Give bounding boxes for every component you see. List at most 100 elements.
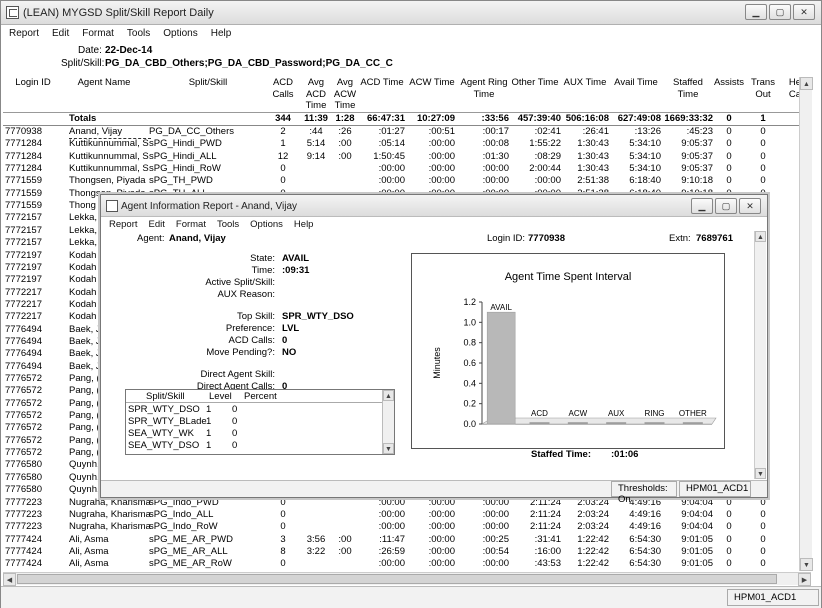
table-cell: :00:00: [482, 558, 509, 570]
table-row[interactable]: 7777424 Ali, Asma sPG_ME_AR_PWD 3 3:56:00:11…: [3, 534, 811, 546]
menu-options[interactable]: Options: [163, 28, 197, 39]
maximize-icon[interactable]: ▢: [769, 4, 791, 20]
table-row[interactable]: 7777223 Nugraha, Kharisma sPG_Indo_PWD 0:00…: [3, 497, 811, 509]
table-row[interactable]: 7777424 Ali, Asma sPG_ME_AR_ALL 8 3:22:00:26…: [3, 546, 811, 558]
table-row[interactable]: 7771284 Kuttikunnummal, SsPG_Hindi_PWD 1 5:…: [3, 138, 811, 150]
table-cell: 6:54:30: [629, 533, 661, 545]
table-cell: 9:14: [306, 150, 326, 162]
menu-report[interactable]: Report: [9, 28, 39, 39]
table-cell: 7772217: [5, 311, 42, 323]
skills-scroll-up-icon[interactable]: ▲: [383, 390, 394, 401]
table-cell: 0: [280, 175, 286, 187]
menu-edit[interactable]: Edit: [52, 28, 69, 39]
col-header[interactable]: ACD Time: [359, 77, 405, 89]
table-cell: :00:00: [378, 558, 405, 570]
close-icon[interactable]: ✕: [793, 4, 815, 20]
skills-scroll-down-icon[interactable]: ▼: [383, 443, 394, 454]
menu-tools[interactable]: Tools: [127, 28, 150, 39]
totals-cell: 1:28: [335, 113, 355, 124]
agent-menu-help[interactable]: Help: [294, 219, 314, 230]
skill-row[interactable]: SEA_WTY_DSO 1 0: [126, 440, 382, 452]
table-cell: 7771284: [5, 163, 42, 175]
col-header[interactable]: Split/Skill: [173, 77, 243, 89]
skills-scrollbar[interactable]: ▲ ▼: [382, 390, 394, 454]
table-cell: :00:00: [428, 521, 455, 533]
skill-row[interactable]: SPR_WTY_DSO 1 0: [126, 404, 382, 416]
minimize-icon[interactable]: ▁: [745, 4, 767, 20]
agent-menu-report[interactable]: Report: [109, 219, 138, 230]
table-cell: sPG_ME_AR_PWD: [149, 533, 233, 545]
col-header[interactable]: Staffed Time: [663, 77, 713, 100]
table-cell: 1:30:43: [577, 163, 609, 175]
table-cell: 2:51:38: [577, 175, 609, 187]
col-header[interactable]: ACW Time: [407, 77, 457, 89]
table-cell: 0: [760, 150, 766, 162]
col-header[interactable]: Agent Name: [69, 77, 139, 89]
category-label: AUX: [608, 409, 625, 418]
col-header[interactable]: AUX Time: [561, 77, 609, 89]
scroll-down-icon[interactable]: ▼: [800, 558, 813, 571]
table-row[interactable]: 7770938 Anand, Vijay PG_DA_CC_Others 2:44:2…: [3, 126, 811, 140]
col-header[interactable]: Avg ACD Time: [301, 77, 331, 112]
menu-format[interactable]: Format: [82, 28, 114, 39]
col-header[interactable]: Trans Out: [747, 77, 779, 100]
table-cell: sPG_Indo_PWD: [149, 496, 219, 508]
table-row[interactable]: 7777424 Ali, Asma sPG_ME_AR_RoW 0:00:00:00:…: [3, 558, 811, 570]
table-row[interactable]: 7771559 Thongsen, Piyada sPG_TH_PWD 0:00:00…: [3, 175, 811, 187]
table-cell: 7772217: [5, 298, 42, 310]
agent-info-window[interactable]: Agent Information Report - Anand, Vijay …: [100, 194, 768, 505]
agent-menu-tools[interactable]: Tools: [217, 219, 239, 230]
skill-cell: SEA_WTY_WK: [128, 428, 194, 439]
y-tick-label: 0.0: [463, 419, 476, 429]
col-header[interactable]: Login ID: [5, 77, 61, 89]
col-header[interactable]: Other Time: [509, 77, 561, 89]
totals-cell: 457:39:40: [517, 113, 561, 124]
agent-close-icon[interactable]: ✕: [739, 198, 761, 214]
y-tick-label: 1.2: [463, 297, 476, 307]
agent-maximize-icon[interactable]: ▢: [715, 198, 737, 214]
table-row[interactable]: 7777223 Nugraha, Kharisma sPG_Indo_RoW 0:00…: [3, 521, 811, 533]
table-row[interactable]: 7777223 Nugraha, Kharisma sPG_Indo_ALL 0:00…: [3, 509, 811, 521]
table-cell: :00:00: [428, 508, 455, 520]
agent-scroll-down-icon[interactable]: ▼: [755, 468, 766, 479]
table-cell: 1:30:43: [577, 150, 609, 162]
table-cell: 4:49:16: [629, 521, 661, 533]
skill-row[interactable]: SEA_WTY_WK 1 0: [126, 428, 382, 440]
table-cell: 0: [760, 521, 766, 533]
table-row[interactable]: 7771284 Kuttikunnummal, SsPG_Hindi_ALL 12 9…: [3, 151, 811, 163]
skill-row[interactable]: SPR_WTY_BLade 1 0: [126, 416, 382, 428]
table-cell: Ali, Asma: [69, 545, 109, 557]
table-row[interactable]: 7771284 Kuttikunnummal, SsPG_Hindi_RoW 0:0…: [3, 163, 811, 175]
agent-menu-options[interactable]: Options: [250, 219, 283, 230]
skills-list[interactable]: Split/Skill Level Percent SPR_WTY_DSO 1 0 S…: [125, 389, 395, 455]
skill-cell: 1: [206, 404, 212, 415]
vertical-scrollbar[interactable]: ▲ ▼: [799, 77, 813, 571]
scroll-up-icon[interactable]: ▲: [800, 77, 813, 90]
col-header[interactable]: Avail Time: [611, 77, 661, 89]
field-value: 0: [282, 335, 288, 346]
scroll-left-icon[interactable]: ◀: [3, 573, 16, 586]
col-header[interactable]: Agent Ring Time: [457, 77, 511, 100]
table-cell: Thongsen, Piyada: [69, 175, 146, 187]
agent-scroll-up-icon[interactable]: ▲: [755, 231, 766, 242]
table-cell: 2:03:24: [577, 508, 609, 520]
col-header[interactable]: ACD Calls: [265, 77, 301, 100]
table-cell: PG_DA_CC_Others: [149, 126, 235, 137]
table-cell: 2:03:24: [577, 496, 609, 508]
table-cell: 5:34:10: [629, 163, 661, 175]
extn-value: 7689761: [696, 233, 733, 244]
col-header[interactable]: Avg ACW Time: [331, 77, 359, 112]
horizontal-scrollbar[interactable]: ◀ ▶: [3, 572, 811, 586]
agent-menu-format[interactable]: Format: [176, 219, 206, 230]
table-cell: 1:22:42: [577, 545, 609, 557]
scroll-right-icon[interactable]: ▶: [798, 573, 811, 586]
table-cell: sPG_Hindi_PWD: [149, 138, 222, 150]
menu-help[interactable]: Help: [211, 28, 232, 39]
agent-minimize-icon[interactable]: ▁: [691, 198, 713, 214]
scroll-thumb[interactable]: [17, 574, 777, 584]
agent-vertical-scrollbar[interactable]: ▲ ▼: [754, 231, 766, 479]
agent-menu-edit[interactable]: Edit: [149, 219, 165, 230]
table-cell: 7772157: [5, 212, 42, 224]
table-cell: 0: [726, 496, 732, 508]
col-header[interactable]: Assists: [713, 77, 745, 89]
